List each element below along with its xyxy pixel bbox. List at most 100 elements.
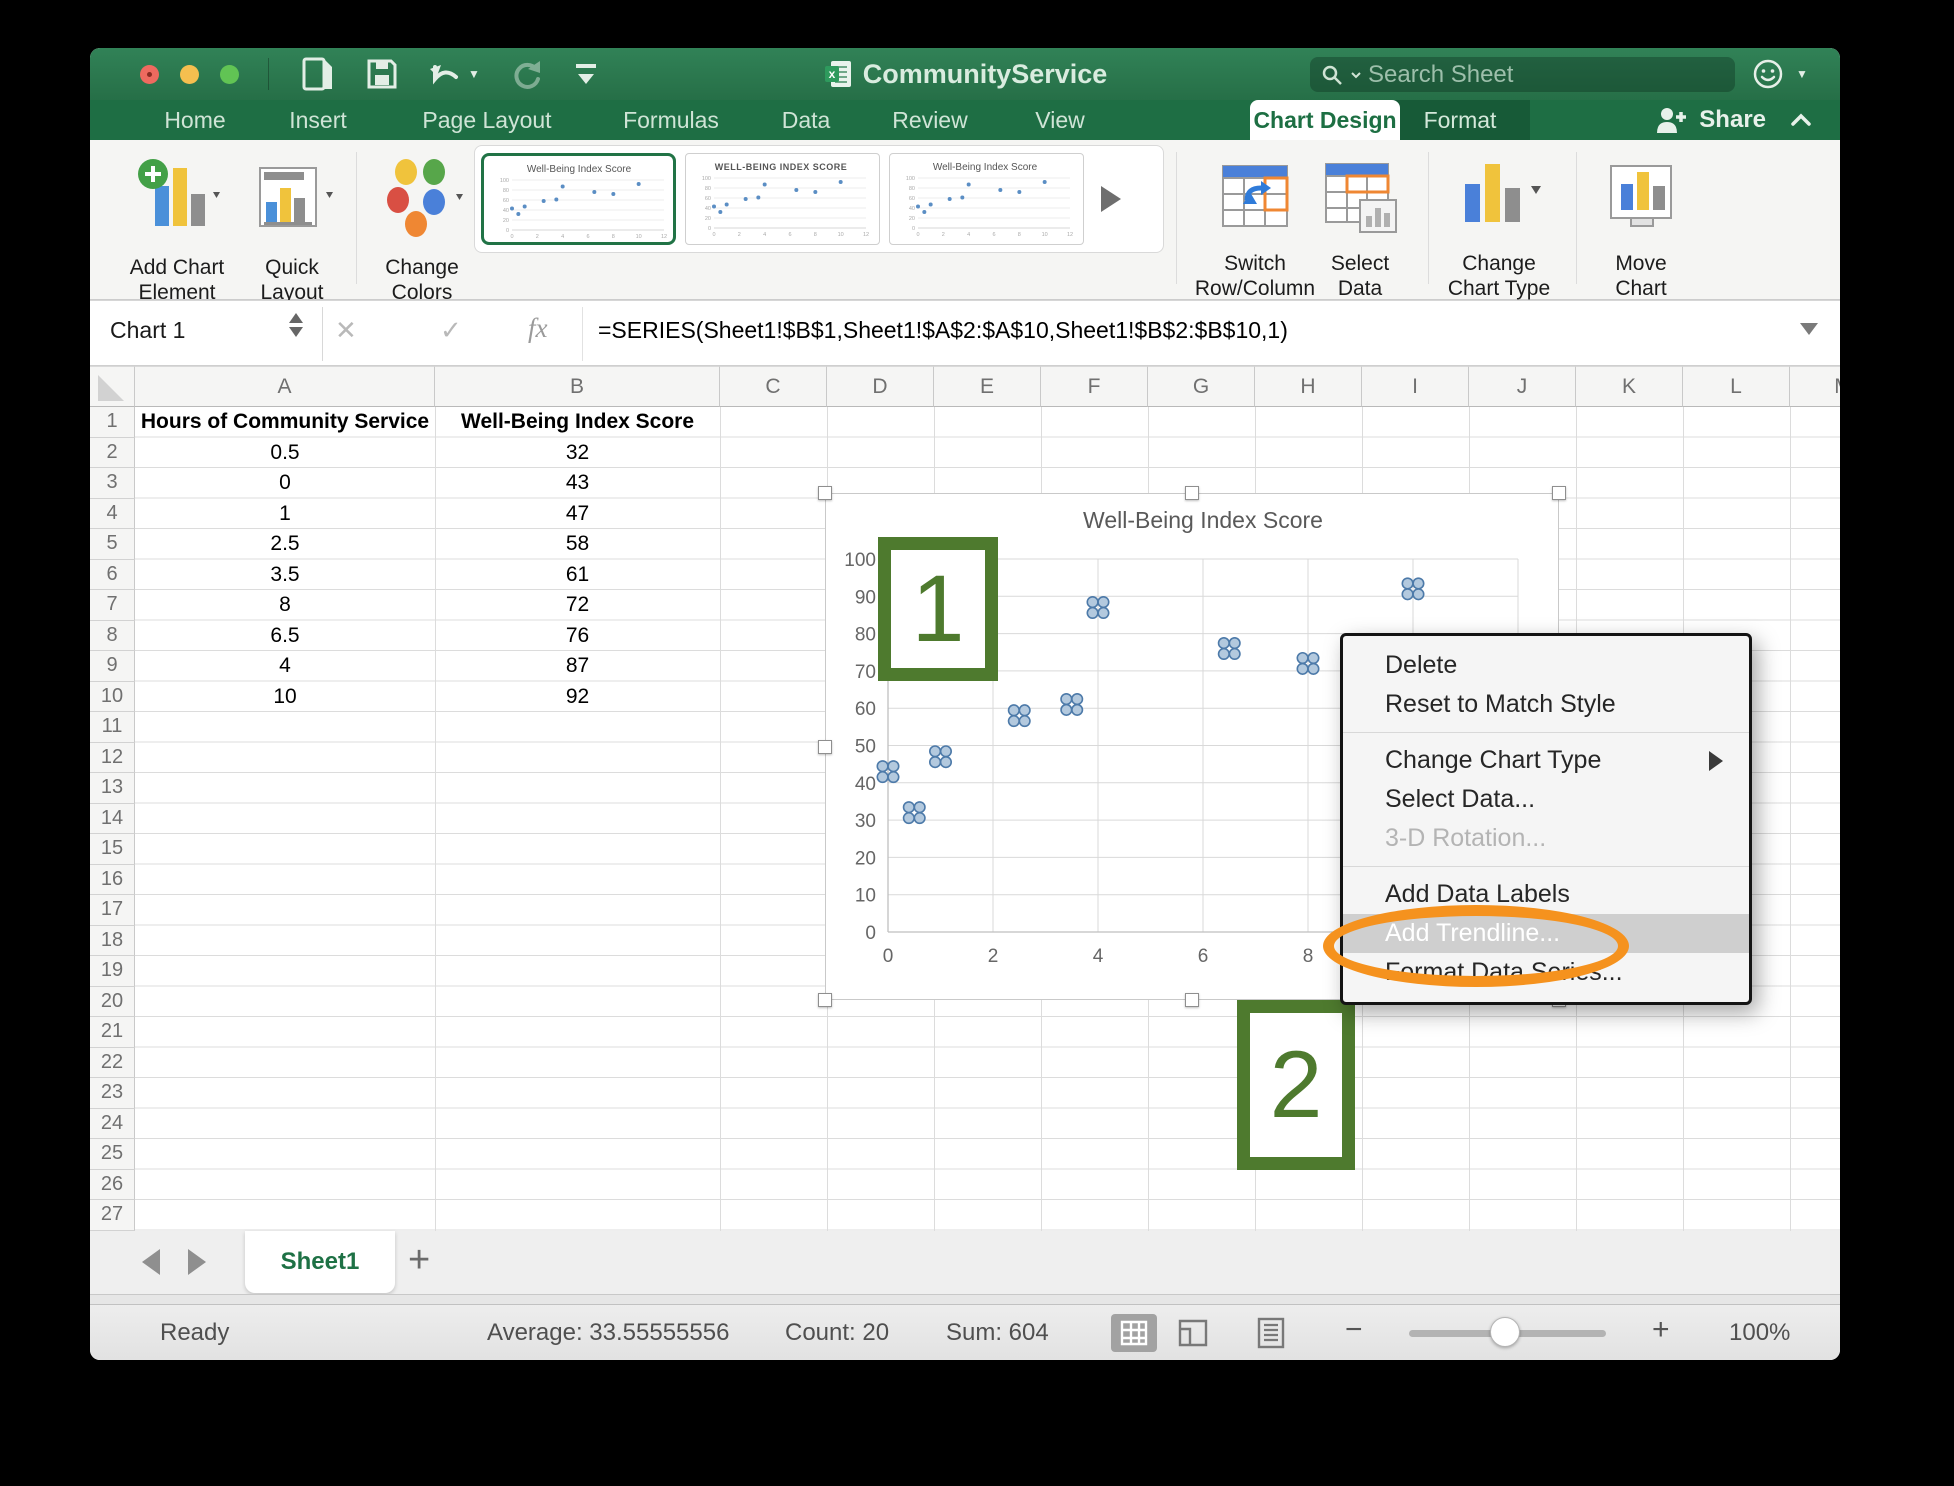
normal-view-button[interactable] bbox=[1111, 1314, 1157, 1352]
row-header-26[interactable]: 26 bbox=[90, 1169, 135, 1200]
tab-page-layout[interactable]: Page Layout bbox=[422, 100, 551, 140]
column-header-C[interactable]: C bbox=[720, 366, 827, 407]
column-header-K[interactable]: K bbox=[1576, 366, 1683, 407]
tab-data[interactable]: Data bbox=[782, 100, 831, 140]
tab-insert[interactable]: Insert bbox=[289, 100, 347, 140]
undo-dropdown-caret[interactable]: ▼ bbox=[468, 67, 480, 81]
feedback-button[interactable]: ▼ bbox=[1752, 58, 1808, 90]
row-header-20[interactable]: 20 bbox=[90, 986, 135, 1017]
minimize-window-button[interactable] bbox=[180, 65, 199, 84]
menu-item-add-trendline[interactable]: Add Trendline... bbox=[1343, 914, 1749, 953]
cell-A1[interactable]: Hours of Community Service bbox=[135, 407, 435, 438]
row-header-8[interactable]: 8 bbox=[90, 620, 135, 651]
cell-A7[interactable]: 8 bbox=[135, 590, 435, 621]
menu-item-change-chart-type[interactable]: Change Chart Type bbox=[1343, 741, 1749, 780]
cell-B3[interactable]: 43 bbox=[435, 468, 720, 499]
row-header-5[interactable]: 5 bbox=[90, 529, 135, 560]
row-header-13[interactable]: 13 bbox=[90, 773, 135, 804]
cell-A10[interactable]: 10 bbox=[135, 682, 435, 713]
menu-item-format-data-series[interactable]: Format Data Series... bbox=[1343, 953, 1749, 992]
zoom-slider-knob[interactable] bbox=[1490, 1317, 1520, 1347]
cell-A5[interactable]: 2.5 bbox=[135, 529, 435, 560]
tab-review[interactable]: Review bbox=[892, 100, 967, 140]
tab-home[interactable]: Home bbox=[164, 100, 225, 140]
menu-item-delete[interactable]: Delete bbox=[1343, 646, 1749, 685]
search-box[interactable] bbox=[1310, 57, 1735, 92]
add-chart-element-button[interactable]: Add Chart Element bbox=[118, 152, 236, 305]
column-header-J[interactable]: J bbox=[1469, 366, 1576, 407]
row-header-10[interactable]: 10 bbox=[90, 681, 135, 712]
column-header-A[interactable]: A bbox=[135, 366, 435, 407]
row-header-15[interactable]: 15 bbox=[90, 834, 135, 865]
formula-bar-expand-caret[interactable] bbox=[1800, 323, 1818, 335]
zoom-in-button[interactable]: + bbox=[1652, 1313, 1670, 1347]
page-layout-view-button[interactable] bbox=[1176, 1317, 1210, 1349]
save-button[interactable] bbox=[366, 57, 398, 91]
column-header-I[interactable]: I bbox=[1362, 366, 1469, 407]
zoom-out-button[interactable]: − bbox=[1345, 1313, 1363, 1347]
row-header-19[interactable]: 19 bbox=[90, 956, 135, 987]
row-header-11[interactable]: 11 bbox=[90, 712, 135, 743]
collapse-ribbon-chevron[interactable] bbox=[1790, 113, 1812, 127]
share-button[interactable]: Share bbox=[1655, 100, 1812, 140]
cell-A9[interactable]: 4 bbox=[135, 651, 435, 682]
tab-format[interactable]: Format bbox=[1424, 100, 1497, 140]
cell-B1[interactable]: Well-Being Index Score bbox=[435, 407, 720, 438]
name-box[interactable]: Chart 1 bbox=[110, 317, 185, 344]
cell-B2[interactable]: 32 bbox=[435, 438, 720, 469]
row-header-3[interactable]: 3 bbox=[90, 468, 135, 499]
chart-resize-handle[interactable] bbox=[818, 993, 832, 1007]
search-input[interactable] bbox=[1368, 60, 1688, 89]
row-header-23[interactable]: 23 bbox=[90, 1078, 135, 1109]
select-data-button[interactable]: Select Data bbox=[1300, 156, 1420, 301]
row-header-16[interactable]: 16 bbox=[90, 864, 135, 895]
insert-function-icon[interactable]: fx bbox=[528, 313, 548, 344]
column-header-H[interactable]: H bbox=[1255, 366, 1362, 407]
row-header-2[interactable]: 2 bbox=[90, 437, 135, 468]
cell-B7[interactable]: 72 bbox=[435, 590, 720, 621]
add-sheet-button[interactable]: + bbox=[408, 1239, 430, 1282]
page-break-view-button[interactable] bbox=[1256, 1317, 1286, 1349]
chart-resize-handle[interactable] bbox=[1185, 993, 1199, 1007]
gallery-next-arrow[interactable] bbox=[1101, 186, 1121, 212]
cell-A4[interactable]: 1 bbox=[135, 499, 435, 530]
chart-resize-handle[interactable] bbox=[818, 739, 832, 754]
menu-item-select-data[interactable]: Select Data... bbox=[1343, 780, 1749, 819]
column-header-L[interactable]: L bbox=[1683, 366, 1790, 407]
cell-B6[interactable]: 61 bbox=[435, 560, 720, 591]
new-workbook-button[interactable] bbox=[302, 57, 334, 91]
cell-B5[interactable]: 58 bbox=[435, 529, 720, 560]
column-header-B[interactable]: B bbox=[435, 366, 720, 407]
menu-item-add-data-labels[interactable]: Add Data Labels bbox=[1343, 875, 1749, 914]
chart-style-2[interactable]: WELL-BEING INDEX SCORE 0 20 40 60 80 100 0 2 4 6 8 1… bbox=[685, 153, 880, 245]
move-chart-button[interactable]: Move Chart bbox=[1586, 156, 1696, 301]
row-header-25[interactable]: 25 bbox=[90, 1139, 135, 1170]
formula-input[interactable]: =SERIES(Sheet1!$B$1,Sheet1!$A$2:$A$10,Sh… bbox=[598, 317, 1288, 344]
chart-resize-handle[interactable] bbox=[1552, 486, 1566, 500]
change-colors-button[interactable]: Change Colors bbox=[368, 152, 476, 305]
column-header-M[interactable]: M bbox=[1790, 366, 1840, 407]
row-header-18[interactable]: 18 bbox=[90, 925, 135, 956]
cancel-icon[interactable]: ✕ bbox=[335, 315, 357, 346]
tab-chart-design[interactable]: Chart Design bbox=[1250, 100, 1400, 140]
chart-resize-handle[interactable] bbox=[818, 486, 832, 500]
name-box-stepper[interactable] bbox=[289, 313, 303, 337]
menu-item-reset-to-match-style[interactable]: Reset to Match Style bbox=[1343, 685, 1749, 724]
row-header-14[interactable]: 14 bbox=[90, 803, 135, 834]
change-chart-type-button[interactable]: Change Chart Type bbox=[1436, 156, 1562, 301]
column-header-G[interactable]: G bbox=[1148, 366, 1255, 407]
column-header-E[interactable]: E bbox=[934, 366, 1041, 407]
cell-A6[interactable]: 3.5 bbox=[135, 560, 435, 591]
undo-button[interactable]: ▼ bbox=[428, 57, 480, 91]
row-header-6[interactable]: 6 bbox=[90, 559, 135, 590]
row-header-24[interactable]: 24 bbox=[90, 1108, 135, 1139]
row-header-22[interactable]: 22 bbox=[90, 1047, 135, 1078]
row-header-27[interactable]: 27 bbox=[90, 1200, 135, 1231]
zoom-window-button[interactable] bbox=[220, 65, 239, 84]
chart-style-3[interactable]: Well-Being Index Score 0 20 40 60 80 100 0 2 4 6 8 1… bbox=[889, 153, 1084, 245]
tab-view[interactable]: View bbox=[1035, 100, 1084, 140]
column-header-F[interactable]: F bbox=[1041, 366, 1148, 407]
confirm-icon[interactable]: ✓ bbox=[440, 315, 462, 346]
row-header-21[interactable]: 21 bbox=[90, 1017, 135, 1048]
row-header-17[interactable]: 17 bbox=[90, 895, 135, 926]
